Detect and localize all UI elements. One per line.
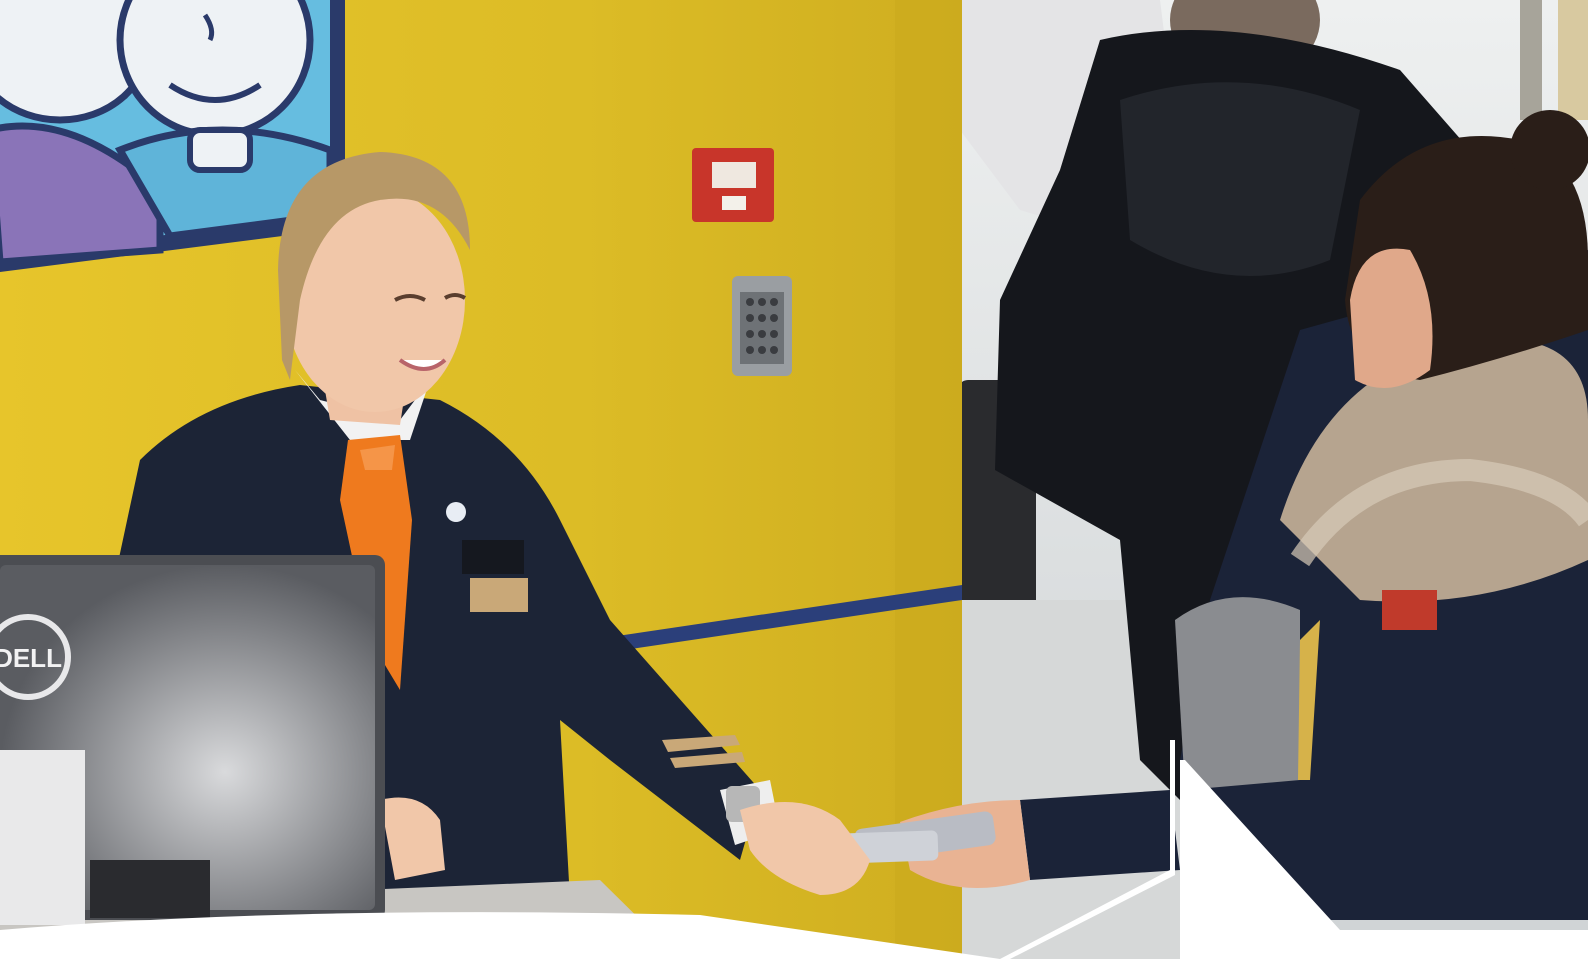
photo-stage: DELL [0,0,1588,959]
check-in-desk-photo: DELL [0,0,1588,959]
monitor-brand-logo: DELL [0,643,62,673]
window-frame-right [1558,0,1588,120]
window-frame [1520,0,1542,120]
fire-alarm-call-point [692,148,774,222]
door-keypad [732,276,792,376]
computer-monitor: DELL [0,555,385,925]
